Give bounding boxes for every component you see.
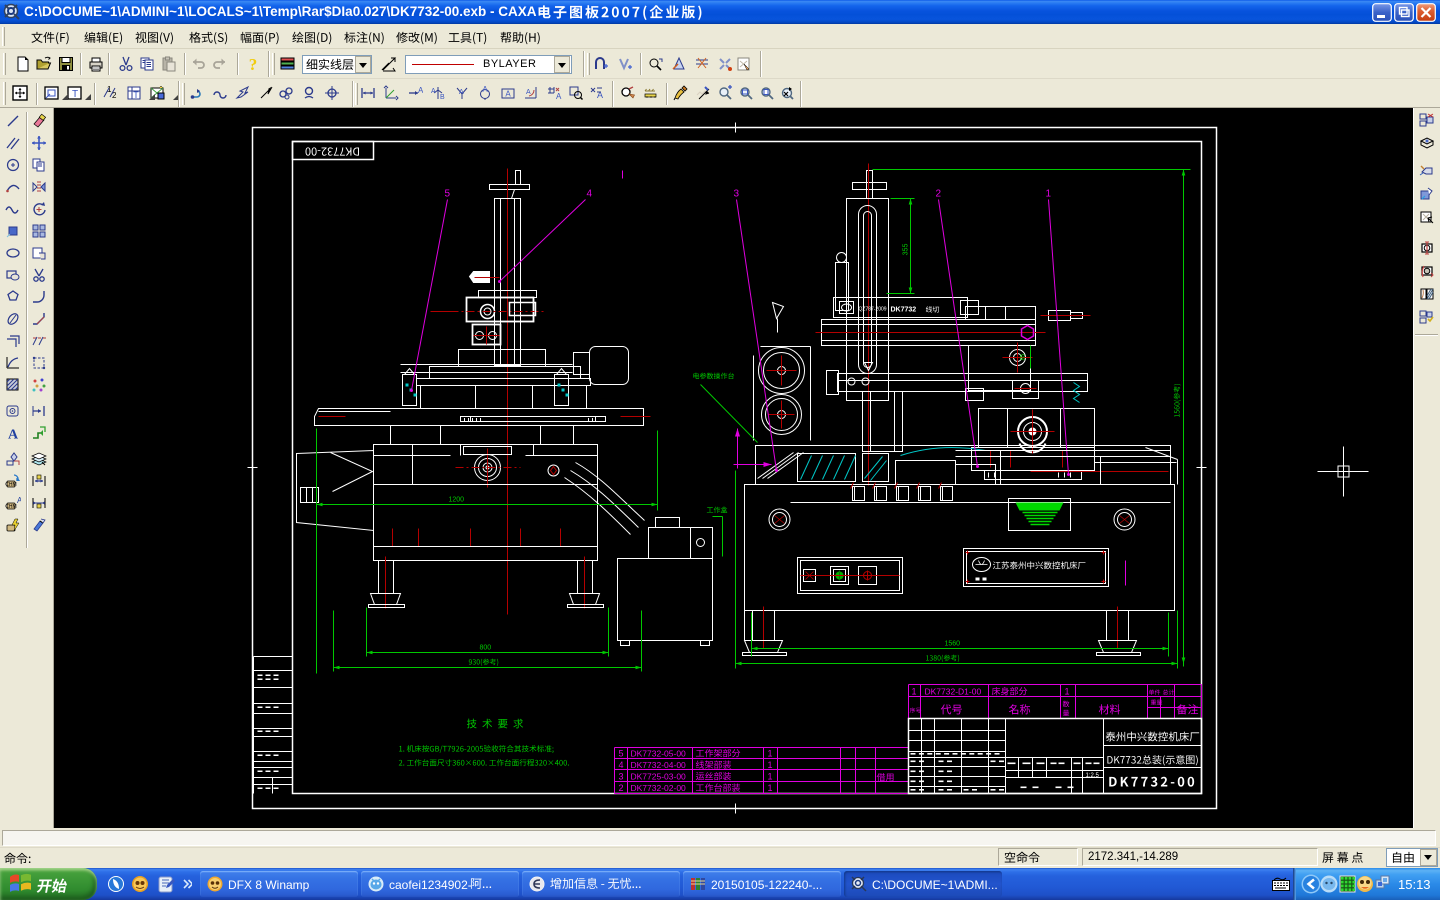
svg-text:1560: 1560 [945,641,961,648]
svg-text:A: A [418,86,423,95]
svg-text:DK7725-03-00: DK7725-03-00 [631,772,687,782]
svg-text:1: 1 [1046,189,1052,200]
svg-text:CHM: CHM [5,482,16,488]
svg-text:A: A [482,85,488,94]
svg-text:85: 85 [1021,353,1027,360]
svg-text:3: 3 [619,772,624,782]
svg-text:800: 800 [480,645,492,652]
svg-text:1200: 1200 [449,497,465,504]
svg-text:1: 1 [912,687,917,697]
svg-text:A: A [17,496,21,505]
svg-text:DK7732-02-00: DK7732-02-00 [631,783,687,793]
svg-text:A: A [505,90,511,99]
svg-text:A: A [526,89,531,96]
svg-text:1: 1 [1065,687,1070,697]
svg-text:2: 2 [936,189,942,200]
svg-text:B: B [440,94,445,101]
svg-text:3: 3 [734,189,740,200]
svg-text:DK7732-D1-00: DK7732-D1-00 [925,687,982,697]
svg-text:1: 1 [768,749,773,759]
svg-text:2: 2 [619,783,624,793]
svg-text:A: A [431,88,436,95]
svg-text:4: 4 [587,189,593,200]
svg-text:4: 4 [619,760,624,770]
svg-text:355: 355 [903,244,910,256]
svg-text:DK7732: DK7732 [891,307,917,314]
svg-text:1:2.5: 1:2.5 [1086,773,1100,779]
svg-text:CHM: CHM [5,504,16,510]
svg-text:A: A [556,92,562,101]
svg-text:A: A [8,428,19,442]
svg-text:DK7732-05-00: DK7732-05-00 [631,749,687,759]
svg-text:5: 5 [619,749,624,759]
svg-text:1: 1 [768,772,773,782]
svg-text:A: A [459,89,464,96]
svg-text:DK7732-04-00: DK7732-04-00 [631,760,687,770]
svg-text:1: 1 [768,783,773,793]
svg-text:?: ? [249,56,258,72]
svg-text:1: 1 [768,760,773,770]
svg-text:QZ787-2009: QZ787-2009 [859,307,887,313]
svg-text:5: 5 [445,189,451,200]
